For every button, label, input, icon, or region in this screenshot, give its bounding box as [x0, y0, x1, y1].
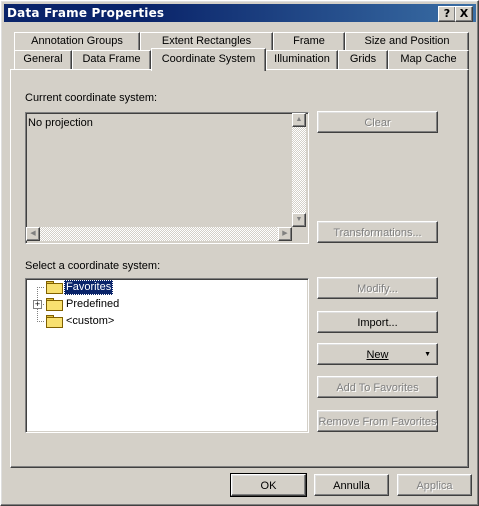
- tab-map-cache[interactable]: Map Cache: [388, 50, 469, 69]
- applica-button[interactable]: Applica: [397, 474, 472, 496]
- clear-button[interactable]: Clear: [317, 111, 438, 133]
- new-button-label: New: [366, 349, 389, 361]
- title-bar[interactable]: Data Frame Properties ? X: [4, 4, 476, 22]
- cs-tree[interactable]: + Favorites Predefined <custom>: [25, 278, 309, 433]
- folder-icon: [46, 298, 63, 311]
- scroll-right-icon[interactable]: ▶: [278, 227, 292, 241]
- new-button[interactable]: New ▼: [317, 343, 438, 365]
- current-cs-box: No projection ▲ ▼ ◀ ▶: [25, 112, 309, 244]
- dropdown-arrow-icon: ▼: [424, 351, 431, 358]
- tree-item-favorites[interactable]: Favorites: [64, 280, 114, 295]
- import-button[interactable]: Import...: [317, 311, 438, 333]
- transformations-button[interactable]: Transformations...: [317, 221, 438, 243]
- tab-size-and-position[interactable]: Size and Position: [345, 32, 469, 51]
- tab-coordinate-system[interactable]: Coordinate System: [151, 48, 266, 71]
- scroll-left-icon[interactable]: ◀: [26, 227, 40, 241]
- current-cs-value: No projection: [28, 117, 93, 129]
- close-button[interactable]: X: [455, 6, 473, 22]
- folder-icon: [46, 281, 63, 294]
- tree-item-custom[interactable]: <custom>: [64, 314, 116, 329]
- help-button[interactable]: ?: [438, 6, 456, 22]
- add-to-favorites-button[interactable]: Add To Favorites: [317, 376, 438, 398]
- ok-button[interactable]: OK: [230, 473, 307, 497]
- window-title: Data Frame Properties: [7, 6, 165, 20]
- expand-icon[interactable]: +: [33, 300, 42, 309]
- tab-grids[interactable]: Grids: [338, 50, 388, 69]
- current-cs-label: Current coordinate system:: [25, 92, 158, 104]
- tab-frame[interactable]: Frame: [273, 32, 345, 51]
- scroll-up-icon[interactable]: ▲: [292, 113, 306, 127]
- tree-line: [37, 287, 45, 288]
- select-cs-label: Select a coordinate system:: [25, 260, 161, 272]
- tree-line: [37, 321, 45, 322]
- scroll-down-icon[interactable]: ▼: [292, 213, 306, 227]
- vertical-scrollbar[interactable]: [292, 127, 306, 213]
- tab-annotation-groups[interactable]: Annotation Groups: [14, 32, 140, 51]
- tab-illumination[interactable]: Illumination: [266, 50, 338, 69]
- tab-panel: Current coordinate system: No projection…: [10, 69, 469, 468]
- modify-button[interactable]: Modify...: [317, 277, 438, 299]
- folder-icon: [46, 315, 63, 328]
- annulla-button[interactable]: Annulla: [314, 474, 389, 496]
- tab-general[interactable]: General: [14, 50, 72, 69]
- horizontal-scrollbar[interactable]: [40, 227, 278, 241]
- tree-item-predefined[interactable]: Predefined: [64, 297, 121, 312]
- remove-from-favorites-button[interactable]: Remove From Favorites: [317, 410, 438, 432]
- dialog-window: Data Frame Properties ? X Annotation Gro…: [0, 0, 479, 506]
- tab-data-frame[interactable]: Data Frame: [72, 50, 151, 69]
